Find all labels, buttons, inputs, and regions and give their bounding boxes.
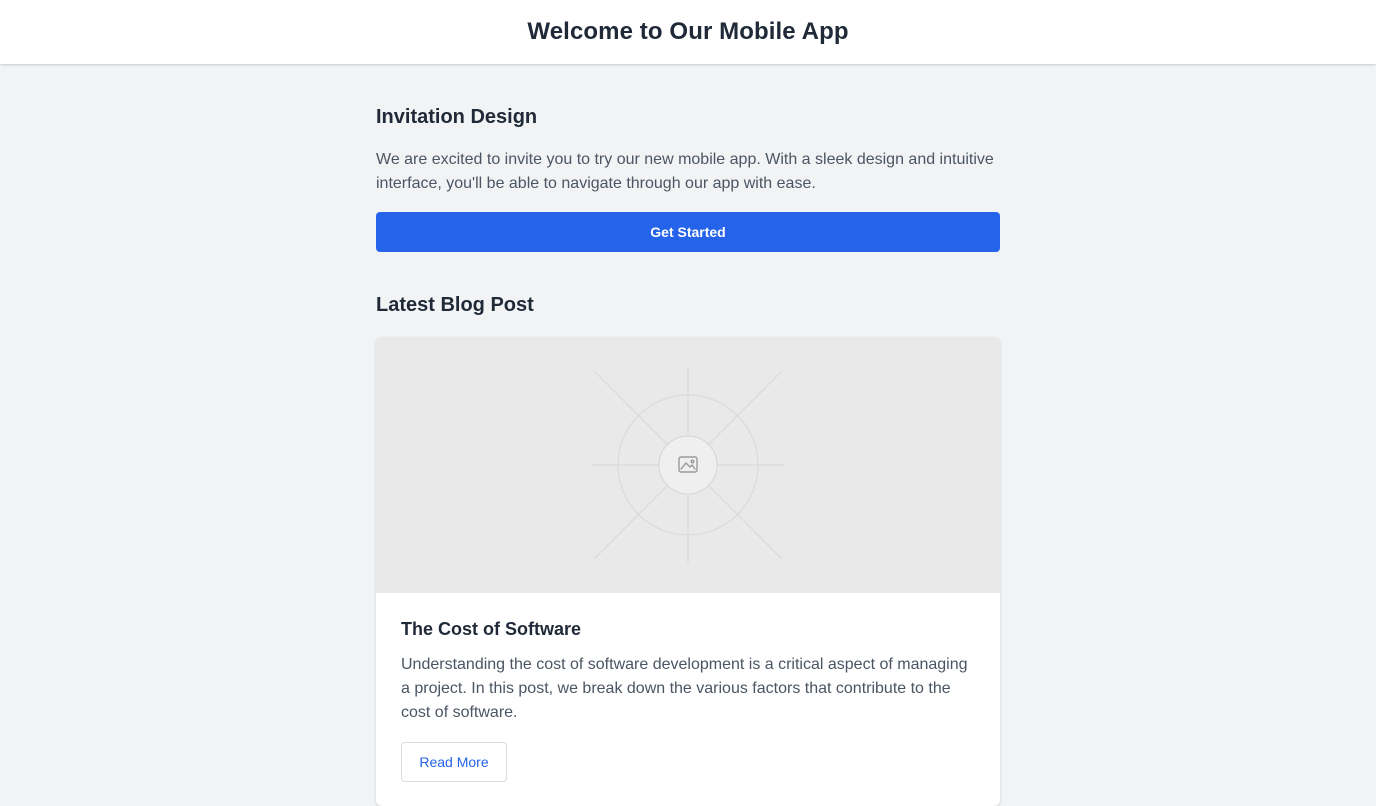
invitation-title: Invitation Design xyxy=(376,106,538,128)
blog-post-title: The Cost of Software xyxy=(401,619,582,639)
blog-section-title: Latest Blog Post xyxy=(376,294,534,316)
app-header: Welcome to Our Mobile App xyxy=(0,0,1376,64)
blog-post-excerpt: Understanding the cost of software devel… xyxy=(401,656,968,721)
image-placeholder-graphic xyxy=(592,367,784,563)
invitation-text: We are excited to invite you to try our … xyxy=(376,151,994,192)
page-title: Welcome to Our Mobile App xyxy=(527,18,849,45)
blog-post-card: The Cost of Software Understanding the c… xyxy=(376,337,1000,806)
get-started-button[interactable]: Get Started xyxy=(376,212,1000,252)
blog-post-image xyxy=(376,337,1000,593)
read-more-button[interactable]: Read More xyxy=(401,742,507,782)
